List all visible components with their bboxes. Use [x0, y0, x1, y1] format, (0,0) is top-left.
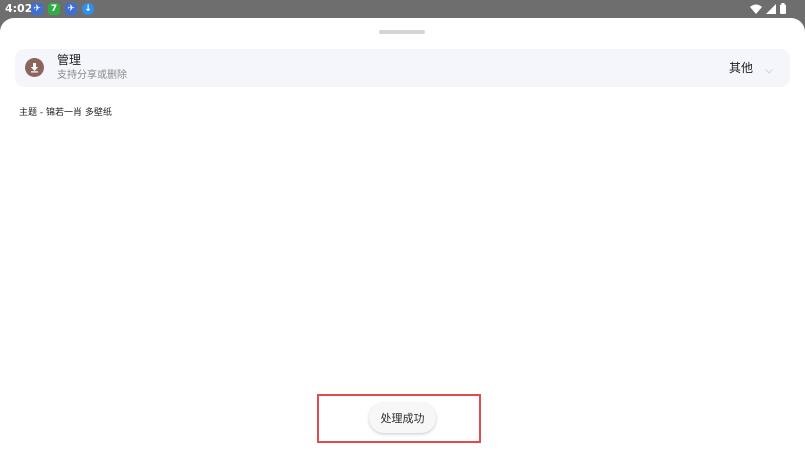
- file-path-label: 主题 - 锦若一肖 多壁纸: [19, 108, 112, 118]
- system-icons: [750, 3, 786, 14]
- bottom-sheet: 管理 支持分享或删除 其他 主题 - 锦若一肖 多壁纸 处理成功: [0, 18, 805, 453]
- wifi-icon: [750, 4, 762, 14]
- download-icon: [25, 58, 44, 77]
- status-bar: 4:02 ✈ 7 ✈ ↓: [0, 0, 805, 18]
- battery-icon: [780, 3, 786, 14]
- category-value: 其他: [728, 61, 753, 75]
- manage-row[interactable]: 管理 支持分享或删除 其他: [15, 49, 790, 87]
- app-bird-icon: ✈: [31, 3, 43, 15]
- success-toast: 处理成功: [369, 403, 436, 433]
- signal-icon: [766, 3, 776, 14]
- app-seven-icon: 7: [48, 3, 60, 15]
- category-dropdown[interactable]: 其他: [729, 60, 773, 76]
- drag-handle[interactable]: [379, 30, 425, 34]
- chevron-down-icon: [765, 59, 773, 78]
- status-time: 4:02: [5, 2, 33, 15]
- app-bird-icon: ✈: [65, 3, 77, 15]
- manage-subtitle: 支持分享或删除: [57, 70, 127, 81]
- notification-icons: ✈ 7 ✈ ↓: [31, 3, 94, 15]
- app-download-icon: ↓: [82, 3, 94, 15]
- manage-title: 管理: [57, 53, 82, 67]
